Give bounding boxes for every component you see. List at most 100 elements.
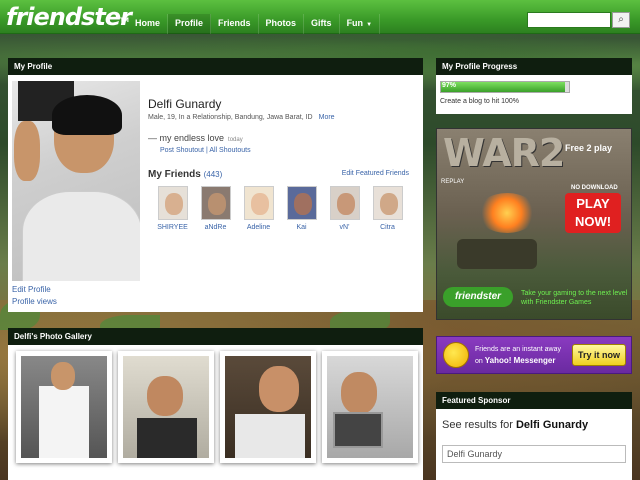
gallery-photo-image <box>225 356 311 458</box>
photo-shirt <box>235 414 305 458</box>
more-link[interactable]: More <box>319 114 335 121</box>
nav-fun[interactable]: Fun ▼ <box>340 14 381 34</box>
friend-item[interactable]: aNdRe <box>194 186 237 231</box>
all-shoutouts-link[interactable]: All Shoutouts <box>209 147 250 154</box>
shoutout-time: today <box>228 137 243 143</box>
progress-label: 97% <box>442 82 457 89</box>
panel-title: My Profile Progress <box>436 58 632 75</box>
war2-advertisement[interactable]: WAR2 Free 2 play REPLAY NO DOWNLOAD PLAY… <box>436 128 632 320</box>
nav-friends[interactable]: Friends <box>211 14 259 34</box>
ad-tagline: Take your gaming to the next level with … <box>521 290 628 306</box>
photo-head <box>51 362 75 390</box>
profile-name: Delfi Gunardy <box>148 97 222 111</box>
gallery-photo[interactable] <box>322 351 418 463</box>
profile-views-link[interactable]: Profile views <box>12 297 57 306</box>
my-profile-panel: My Profile Edit Profile Profile views De… <box>8 58 423 312</box>
friend-thumb[interactable] <box>372 186 403 220</box>
progress-bar-fill <box>441 82 566 92</box>
try-it-now-button[interactable]: Try it now <box>572 344 626 366</box>
play-now-button[interactable]: PLAY NOW! <box>565 193 621 233</box>
friend-name[interactable]: vN' <box>323 224 366 231</box>
photo-shirt <box>39 386 89 458</box>
friend-thumb[interactable] <box>200 186 231 220</box>
featured-sponsor-panel: Featured Sponsor See results for Delfi G… <box>436 392 632 480</box>
nav-photos[interactable]: Photos <box>259 14 305 34</box>
yahoo-messenger-ad[interactable]: Friends are an instant away on Yahoo! Me… <box>436 336 632 374</box>
friend-thumb[interactable] <box>243 186 274 220</box>
photo-hair <box>52 95 122 135</box>
progress-bar <box>440 81 570 93</box>
profile-progress-panel: My Profile Progress 97% Create a blog to… <box>436 58 632 114</box>
post-shoutout-link[interactable]: Post Shoutout <box>160 147 204 154</box>
friend-face <box>207 193 226 215</box>
laptop <box>333 412 383 448</box>
friend-face <box>336 193 355 215</box>
friend-face <box>250 193 269 215</box>
shoutout-text: my endless love <box>159 133 225 143</box>
friend-name[interactable]: SHIRYEE <box>151 224 194 231</box>
gallery-photo[interactable] <box>16 351 112 463</box>
results-name[interactable]: Delfi Gunardy <box>516 419 588 431</box>
friend-item[interactable]: Kai <box>280 186 323 231</box>
profile-photo[interactable] <box>12 81 140 281</box>
main-nav: Home Profile Friends Photos Gifts Fun ▼ <box>128 14 381 34</box>
profile-info-text: Male, 19, In a Relationship, Bandung, Ja… <box>148 114 313 121</box>
photo-head <box>147 376 183 416</box>
photo-hand <box>14 121 40 181</box>
nav-gifts[interactable]: Gifts <box>304 14 340 34</box>
friendster-logo[interactable]: friendster TM <box>6 2 132 32</box>
search-button[interactable]: ⌕ <box>612 12 630 28</box>
photo-body <box>22 191 140 281</box>
friend-item[interactable]: Citra <box>366 186 409 231</box>
panel-title: Delfi's Photo Gallery <box>8 328 423 345</box>
friends-count[interactable]: (443) <box>204 170 223 179</box>
friend-item[interactable]: vN' <box>323 186 366 231</box>
profile-body: Edit Profile Profile views Delfi Gunardy… <box>8 75 423 312</box>
friends-list: SHIRYEE aNdRe Adeline Kai vN' Citra <box>151 186 409 231</box>
edit-profile-link[interactable]: Edit Profile <box>12 285 51 294</box>
search-input[interactable] <box>527 12 611 28</box>
progress-body: 97% Create a blog to hit 100% <box>436 75 632 114</box>
friend-thumb[interactable] <box>286 186 317 220</box>
results-prefix: See results for <box>442 419 513 431</box>
friends-title: My Friends <box>148 169 201 180</box>
friends-heading: My Friends (443) <box>148 169 222 180</box>
messenger-line2-prefix: on <box>475 358 483 365</box>
nav-fun-label: Fun <box>346 18 364 28</box>
shoutout: — my endless love today <box>148 133 243 143</box>
friend-item[interactable]: SHIRYEE <box>151 186 194 231</box>
friend-name[interactable]: Citra <box>366 224 409 231</box>
ad-title: WAR2 <box>443 131 565 175</box>
progress-note[interactable]: Create a blog to hit 100% <box>440 98 519 105</box>
friend-thumb[interactable] <box>329 186 360 220</box>
friend-thumb[interactable] <box>157 186 188 220</box>
messenger-line2: on Yahoo! Messenger <box>475 355 567 367</box>
friend-item[interactable]: Adeline <box>237 186 280 231</box>
smiley-icon <box>443 342 469 368</box>
gallery-photo[interactable] <box>220 351 316 463</box>
edit-featured-friends-link[interactable]: Edit Featured Friends <box>342 170 409 177</box>
friend-name[interactable]: Adeline <box>237 224 280 231</box>
sponsor-search-input[interactable]: Delfi Gunardy <box>442 445 626 463</box>
magnifier-icon: ⌕ <box>618 14 624 25</box>
gallery-body <box>8 345 423 480</box>
friend-name[interactable]: Kai <box>280 224 323 231</box>
friend-face <box>379 193 398 215</box>
messenger-brand: Yahoo! Messenger <box>484 356 556 365</box>
sponsor-results: See results for Delfi Gunardy <box>442 419 588 431</box>
top-navigation-bar: friendster TM Home Profile Friends Photos… <box>0 0 640 34</box>
panel-title: My Profile <box>8 58 423 75</box>
nav-home[interactable]: Home <box>128 14 169 34</box>
messenger-line1: Friends are an instant away <box>475 346 561 353</box>
shoutout-dash: — <box>148 133 160 143</box>
gallery-photo[interactable] <box>118 351 214 463</box>
gallery-photo-image <box>327 356 413 458</box>
photo-head <box>341 372 377 414</box>
nav-profile[interactable]: Profile <box>168 14 212 34</box>
shoutout-links: Post Shoutout | All Shoutouts <box>160 147 251 154</box>
friend-face <box>293 193 312 215</box>
friend-name[interactable]: aNdRe <box>194 224 237 231</box>
messenger-text: Friends are an instant away on Yahoo! Me… <box>475 344 567 367</box>
gallery-photo-image <box>21 356 107 458</box>
replay-button[interactable]: REPLAY <box>441 179 464 185</box>
